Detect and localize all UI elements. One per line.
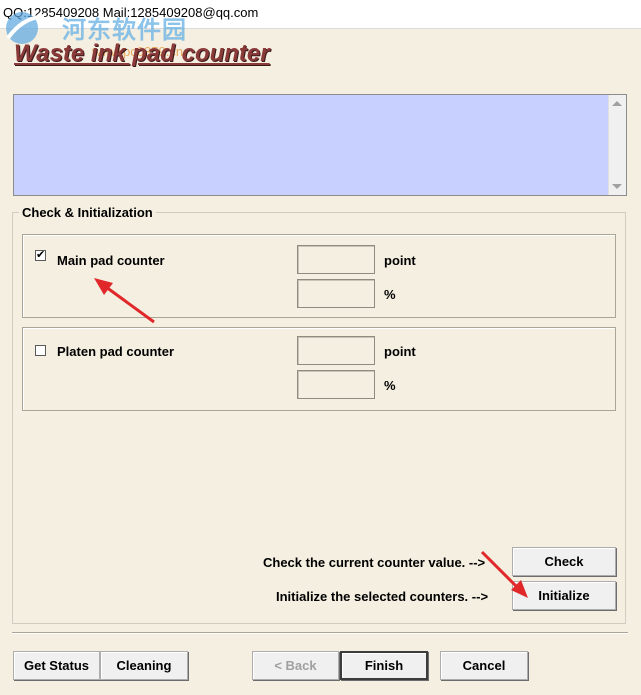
page-title: Waste ink pad counter [14, 40, 270, 67]
platen-pad-checkbox[interactable] [35, 345, 46, 356]
status-output-area[interactable] [13, 94, 627, 196]
platen-pad-percent-field[interactable] [297, 370, 375, 399]
main-pad-percent-field[interactable] [297, 279, 375, 308]
platen-pad-point-unit: point [384, 344, 416, 359]
main-pad-point-unit: point [384, 253, 416, 268]
check-button[interactable]: Check [512, 547, 616, 576]
finish-button[interactable]: Finish [340, 651, 428, 680]
footer-separator [12, 632, 628, 634]
scroll-up-icon[interactable] [612, 101, 622, 106]
platen-pad-label: Platen pad counter [57, 344, 175, 359]
cancel-button[interactable]: Cancel [440, 651, 528, 680]
main-pad-point-field[interactable] [297, 245, 375, 274]
platen-pad-point-field[interactable] [297, 336, 375, 365]
platen-pad-percent-unit: % [384, 378, 396, 393]
main-pad-label: Main pad counter [57, 253, 165, 268]
group-legend: Check & Initialization [19, 205, 156, 220]
check-hint-text: Check the current counter value. --> [263, 555, 486, 570]
initialize-hint-text: Initialize the selected counters. --> [276, 589, 489, 604]
scroll-down-icon[interactable] [612, 184, 622, 189]
initialize-button[interactable]: Initialize [512, 581, 616, 610]
get-status-button[interactable]: Get Status [13, 651, 100, 680]
vertical-scrollbar[interactable] [608, 95, 626, 195]
main-pad-checkbox[interactable]: ✔ [35, 250, 46, 261]
back-button[interactable]: < Back [252, 651, 339, 680]
cleaning-button[interactable]: Cleaning [100, 651, 188, 680]
main-pad-percent-unit: % [384, 287, 396, 302]
